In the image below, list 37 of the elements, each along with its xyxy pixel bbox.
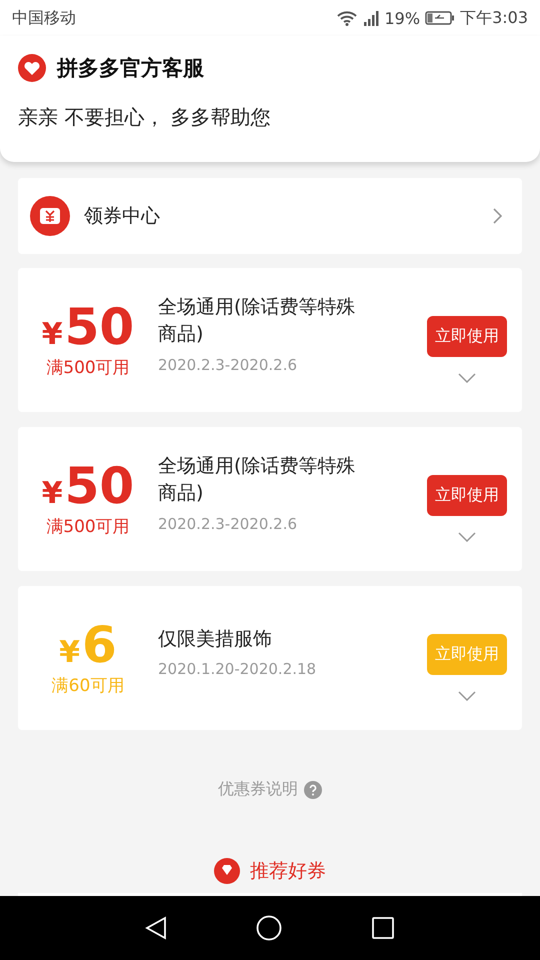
- coupon-condition: 满500可用: [46, 516, 130, 538]
- use-now-button[interactable]: 立即使用: [427, 474, 507, 516]
- wifi-icon: [336, 10, 356, 26]
- coupon-condition: 满60可用: [52, 674, 124, 696]
- coupon-amount: ¥50: [42, 460, 134, 510]
- notification-message: 亲亲 不要担心， 多多帮助您: [18, 104, 272, 131]
- battery-icon: [425, 11, 456, 25]
- clock: 下午3:03: [460, 8, 528, 28]
- coupon-dates: 2020.2.3-2020.2.6: [158, 514, 298, 533]
- coupon-center-label: 领券中心: [84, 204, 161, 229]
- coupon-help-link[interactable]: 优惠券说明: [218, 779, 298, 800]
- signal-icon: [362, 9, 380, 27]
- chevron-down-icon[interactable]: [458, 532, 476, 542]
- coupon-dates: 2020.2.3-2020.2.6: [158, 356, 298, 374]
- use-now-button[interactable]: 立即使用: [427, 316, 507, 356]
- coupon-dates: 2020.1.20-2020.2.18: [158, 660, 318, 678]
- coupon-amount: ¥50: [42, 302, 134, 352]
- battery-percent: 19%: [384, 8, 420, 28]
- coupon-amount: ¥6: [59, 620, 117, 670]
- question-icon[interactable]: [304, 780, 322, 798]
- chevron-down-icon[interactable]: [458, 690, 476, 700]
- recommend-heading: 推荐好券: [250, 859, 326, 884]
- coupon-title: 全场通用(除话费等特殊商品): [158, 454, 356, 506]
- home-icon[interactable]: [256, 915, 282, 941]
- coupon-ticket-icon: [30, 196, 70, 236]
- notification-banner[interactable]: 拼多多官方客服 亲亲 不要担心， 多多帮助您: [0, 36, 540, 162]
- chevron-down-icon[interactable]: [458, 372, 476, 382]
- coupon-center-row[interactable]: 领券中心: [18, 178, 522, 254]
- back-icon[interactable]: [144, 916, 167, 940]
- chevron-right-icon: [492, 208, 502, 224]
- recents-icon[interactable]: [371, 916, 396, 940]
- coupon-title: 全场通用(除话费等特殊商品): [158, 295, 356, 347]
- coupon-title: 仅限美措服饰: [158, 626, 273, 652]
- carrier: 中国移动: [12, 8, 76, 28]
- notification-app-name: 拼多多官方客服: [57, 55, 204, 82]
- coupon-condition: 满500可用: [46, 356, 130, 378]
- heart-logo-icon: [18, 54, 46, 82]
